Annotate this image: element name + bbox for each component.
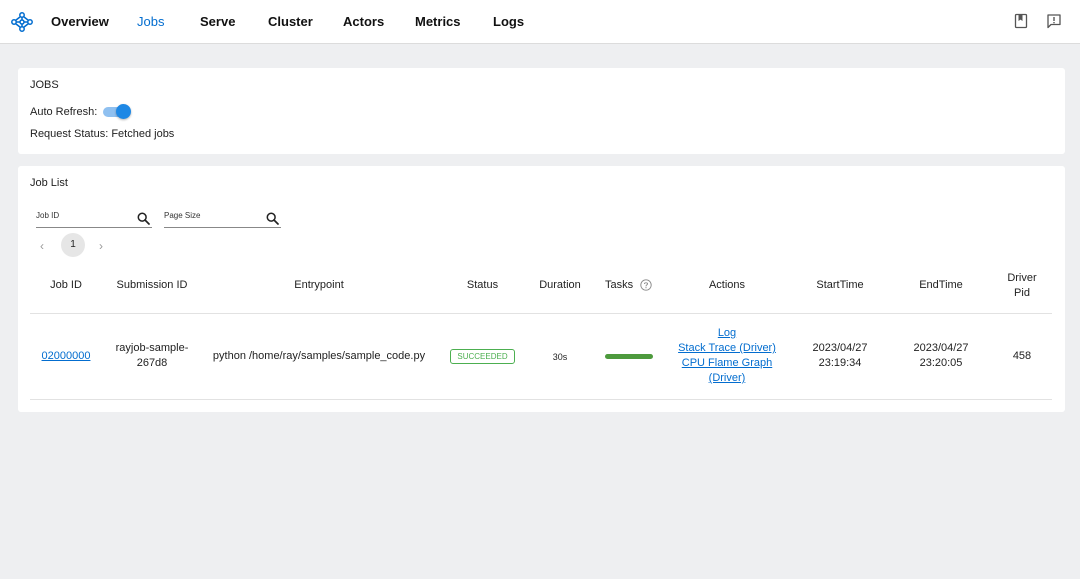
page-size-search-field (164, 210, 281, 228)
cpu-flame-graph-link[interactable]: CPU Flame Graph (668, 356, 786, 371)
nav-item-logs[interactable]: Logs (493, 14, 524, 29)
column-header-actions: Actions (708, 279, 746, 291)
job-list-title: Job List (30, 177, 68, 189)
auto-refresh-label: Auto Refresh: (30, 106, 98, 118)
pager-next-button[interactable]: › (99, 239, 103, 253)
top-navigation-bar: Overview Jobs Serve Cluster Actors Metri… (0, 0, 1080, 44)
nav-item-jobs[interactable]: Jobs (137, 14, 164, 29)
submission-id-line1: rayjob-sample- (115, 342, 189, 354)
column-header-driver-pid-line2: Pid (1014, 287, 1030, 299)
end-time-date: 2023/04/27 (913, 342, 969, 354)
end-time-cell: 2023/04/27 23:20:05 (898, 341, 984, 371)
column-header-status[interactable]: Status (450, 279, 515, 291)
column-header-end-time[interactable]: EndTime (898, 279, 984, 291)
pager-prev-button[interactable]: ‹ (40, 239, 44, 253)
nav-item-metrics[interactable]: Metrics (415, 14, 461, 29)
feedback-icon[interactable] (1046, 13, 1062, 29)
nav-item-cluster[interactable]: Cluster (268, 14, 313, 29)
status-badge: SUCCEEDED (450, 349, 515, 364)
column-header-driver-pid-line1: Driver (1007, 272, 1037, 284)
search-icon[interactable] (137, 212, 150, 225)
start-time-clock: 23:19:34 (818, 357, 862, 369)
stack-trace-link[interactable]: Stack Trace (Driver) (668, 341, 786, 356)
column-header-start-time[interactable]: StartTime (798, 279, 882, 291)
help-circle-icon[interactable] (640, 279, 652, 291)
job-id-search-field (36, 210, 152, 228)
jobs-card-title: JOBS (30, 79, 59, 91)
docs-book-icon[interactable] (1013, 13, 1029, 29)
column-header-tasks[interactable]: Tasks (605, 279, 635, 291)
log-link[interactable]: Log (668, 326, 786, 341)
driver-pid-cell: 458 (1012, 350, 1032, 362)
column-header-entrypoint[interactable]: Entrypoint (208, 279, 430, 291)
nav-item-serve[interactable]: Serve (200, 14, 235, 29)
actions-cell: Log Stack Trace (Driver) CPU Flame Graph… (668, 326, 786, 386)
job-id-search-input[interactable] (36, 211, 136, 220)
jobs-card: JOBS Auto Refresh: Request Status: Fetch… (18, 68, 1065, 154)
nav-item-actors[interactable]: Actors (343, 14, 384, 29)
end-time-clock: 23:20:05 (919, 357, 963, 369)
header-divider (30, 313, 1052, 314)
row-divider (30, 399, 1052, 400)
column-header-driver-pid[interactable]: Driver Pid (998, 271, 1046, 301)
search-icon[interactable] (266, 212, 279, 225)
duration-cell: 30s (552, 352, 568, 362)
ray-logo-icon[interactable] (10, 11, 34, 33)
column-header-duration[interactable]: Duration (533, 279, 587, 291)
toggle-knob (116, 104, 131, 119)
nav-item-overview[interactable]: Overview (51, 14, 109, 29)
submission-id-line2: 267d8 (136, 357, 168, 369)
request-status-text: Request Status: Fetched jobs (30, 128, 175, 140)
tasks-progress-bar (605, 354, 653, 359)
start-time-cell: 2023/04/27 23:19:34 (798, 341, 882, 371)
submission-id-cell: rayjob-sample- 267d8 (110, 341, 194, 371)
column-header-job-id[interactable]: Job ID (30, 279, 102, 291)
pager-page-1[interactable]: 1 (61, 233, 85, 257)
job-list-card: Job List ‹ 1 › Job ID Submission ID Entr… (18, 166, 1065, 412)
job-id-link[interactable]: 02000000 (30, 349, 102, 364)
entrypoint-cell: python /home/ray/samples/sample_code.py (212, 350, 426, 362)
cpu-flame-graph-link-line2[interactable]: (Driver) (668, 371, 786, 386)
column-header-submission-id[interactable]: Submission ID (110, 279, 194, 291)
page-size-input[interactable] (164, 211, 264, 220)
auto-refresh-toggle[interactable] (103, 104, 131, 119)
start-time-date: 2023/04/27 (812, 342, 868, 354)
